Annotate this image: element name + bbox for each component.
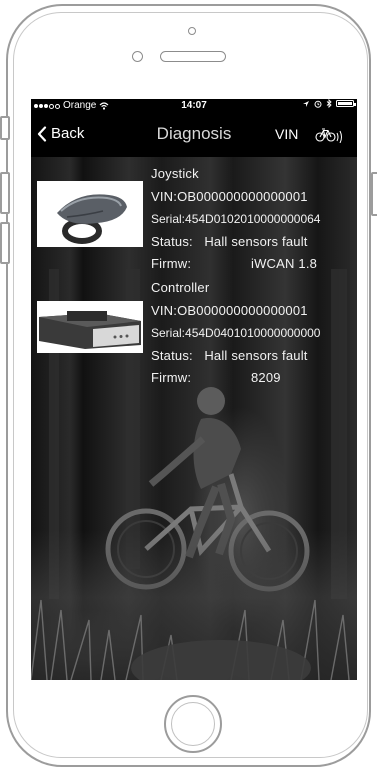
location-arrow-icon xyxy=(303,100,309,107)
status-row: Status: Hall sensors fault xyxy=(151,345,320,368)
power-button xyxy=(371,172,377,216)
serial-row: Serial:454D0102010000000064 xyxy=(151,208,320,231)
serial-value: 454D0102010000000064 xyxy=(185,212,321,226)
firmware-value: iWCAN 1.8 xyxy=(251,256,318,271)
earpiece-speaker xyxy=(160,51,226,62)
firmware-row: Firmw: iWCAN 1.8 xyxy=(151,253,320,276)
vin-value: OB000000000000001 xyxy=(177,188,308,204)
serial-label: Serial: xyxy=(151,326,186,340)
bluetooth-icon xyxy=(326,99,332,108)
screen: Orange 14:07 Back Diagnosis VIN Joystick… xyxy=(31,99,357,680)
status-value: Hall sensors fault xyxy=(204,233,308,249)
alarm-icon xyxy=(314,100,322,108)
navigation-bar: Back Diagnosis VIN xyxy=(31,113,357,157)
firmware-label: Firmw: xyxy=(151,256,192,271)
status-label: Status: xyxy=(151,233,193,249)
firmware-label: Firmw: xyxy=(151,370,192,385)
mute-switch xyxy=(0,116,10,140)
controller-info: Controller VIN:OB000000000000001 Serial:… xyxy=(151,277,320,390)
home-button[interactable] xyxy=(164,695,222,753)
vin-label: VIN: xyxy=(151,188,178,204)
vin-button[interactable]: VIN xyxy=(275,126,298,142)
vin-value: OB000000000000001 xyxy=(177,302,308,318)
status-icons xyxy=(302,99,356,108)
status-row: Status: Hall sensors fault xyxy=(151,231,320,254)
volume-down-button xyxy=(0,222,10,264)
serial-label: Serial: xyxy=(151,212,186,226)
bike-connection-icon[interactable] xyxy=(315,127,345,143)
front-camera xyxy=(188,27,196,35)
joystick-info: Joystick VIN:OB000000000000001 Serial:45… xyxy=(151,163,320,276)
firmware-value: 8209 xyxy=(251,370,281,385)
serial-row: Serial:454D0401010000000000 xyxy=(151,322,320,345)
serial-value: 454D0401010000000000 xyxy=(185,326,321,340)
proximity-sensor xyxy=(132,51,143,62)
battery-icon xyxy=(336,100,356,107)
vin-row: VIN:OB000000000000001 xyxy=(151,186,320,209)
grass-illustration xyxy=(31,599,350,680)
status-label: Status: xyxy=(151,347,193,363)
page-title: Diagnosis xyxy=(156,124,232,143)
firmware-row: Firmw: 8209 xyxy=(151,367,320,390)
volume-up-button xyxy=(0,172,10,214)
controller-image xyxy=(37,301,143,353)
vin-row: VIN:OB000000000000001 xyxy=(151,300,320,323)
device-name: Controller xyxy=(151,280,210,295)
joystick-image xyxy=(37,181,143,247)
status-value: Hall sensors fault xyxy=(204,347,308,363)
device-name: Joystick xyxy=(151,166,199,181)
status-bar: Orange 14:07 xyxy=(31,99,357,113)
vin-label: VIN: xyxy=(151,302,178,318)
